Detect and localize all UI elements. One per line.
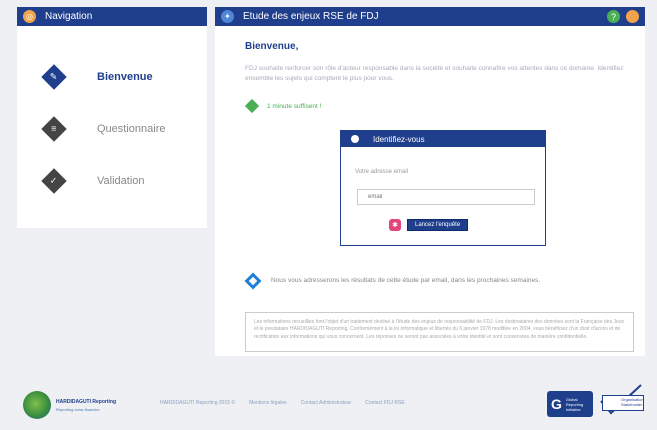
nav-item-label: Bienvenue (97, 71, 153, 83)
identify-actions: ✱ Lancez l'enquête (389, 219, 469, 231)
diamond-outline-icon (244, 272, 262, 290)
welcome-heading: Bienvenue, (245, 41, 299, 52)
footer-link-legal[interactable]: Mentions légales (249, 400, 287, 406)
identify-box: Identifiez-vous Votre adresse email ✱ La… (340, 130, 546, 246)
footer-link-admin[interactable]: Contact Administrateur (301, 400, 352, 406)
intro-text: FDJ souhaite renforcer son rôle d'acteur… (245, 65, 624, 83)
duration-text: 1 minute suffisent ! (267, 102, 322, 110)
logo-tagline: Reporting extra-financier (56, 407, 100, 412)
footer-link-contact[interactable]: Contact FDJ RSE (365, 400, 404, 406)
footer-copyright: HARDIDAGUTI Reporting 2015 © (160, 400, 236, 406)
step-results: Nous vous adresserons les résultats de c… (244, 272, 616, 290)
comment-icon: ✎ (41, 64, 67, 90)
check-icon: ✓ (41, 168, 67, 194)
main-panel: Bienvenue, FDJ souhaite renforcer son rô… (215, 26, 645, 356)
main-title: Etude des enjeux RSE de FDJ (243, 11, 379, 22)
settings-icon[interactable] (626, 10, 639, 23)
nav-item-label: Validation (97, 175, 145, 187)
nav-item-bienvenue[interactable]: ✎ Bienvenue (41, 64, 153, 90)
help-icon[interactable]: ? (607, 10, 620, 23)
identify-title: Identifiez-vous (373, 134, 425, 144)
privacy-disclaimer: Les informations recueillies font l'obje… (245, 312, 634, 352)
navigation-icon: ◎ (23, 10, 36, 23)
footer-links: HARDIDAGUTI Reporting 2015 © Mentions lé… (160, 400, 405, 406)
nav-item-validation[interactable]: ✓ Validation (41, 168, 145, 194)
results-text: Nous vous adresserons les résultats de c… (271, 277, 541, 284)
logo-name: HARDIDAGUTI Reporting (56, 399, 116, 405)
stakeholder-certification-logo: Organisation Stakeholder (597, 383, 647, 419)
globe-icon: ✦ (221, 10, 234, 23)
document-icon: ≡ (41, 116, 67, 142)
start-survey-button[interactable]: Lancez l'enquête (407, 219, 469, 231)
email-field[interactable] (357, 189, 535, 205)
step-duration: 1 minute suffisent ! (244, 98, 322, 114)
cert2-text: Organisation Stakeholder (602, 395, 644, 411)
diamond-icon (244, 98, 260, 114)
nav-header: ◎ Navigation (17, 7, 207, 26)
nav-item-questionnaire[interactable]: ≡ Questionnaire (41, 116, 166, 142)
cert1-text: Global Reporting Initiative (565, 396, 584, 412)
company-logo[interactable] (23, 391, 51, 419)
main-header: ✦ Etude des enjeux RSE de FDJ ? (215, 7, 645, 26)
footer: HARDIDAGUTI Reporting Reporting extra-fi… (0, 365, 657, 430)
nav-panel: ✎ Bienvenue ≡ Questionnaire ✓ Validation (17, 26, 207, 228)
identify-header: Identifiez-vous (341, 131, 545, 147)
gri-certification-logo: G Global Reporting Initiative (547, 391, 593, 417)
nav-title: Navigation (45, 11, 93, 22)
start-icon: ✱ (389, 219, 401, 231)
email-label: Votre adresse email (355, 169, 409, 175)
nav-item-label: Questionnaire (97, 123, 166, 135)
user-icon (351, 135, 359, 143)
